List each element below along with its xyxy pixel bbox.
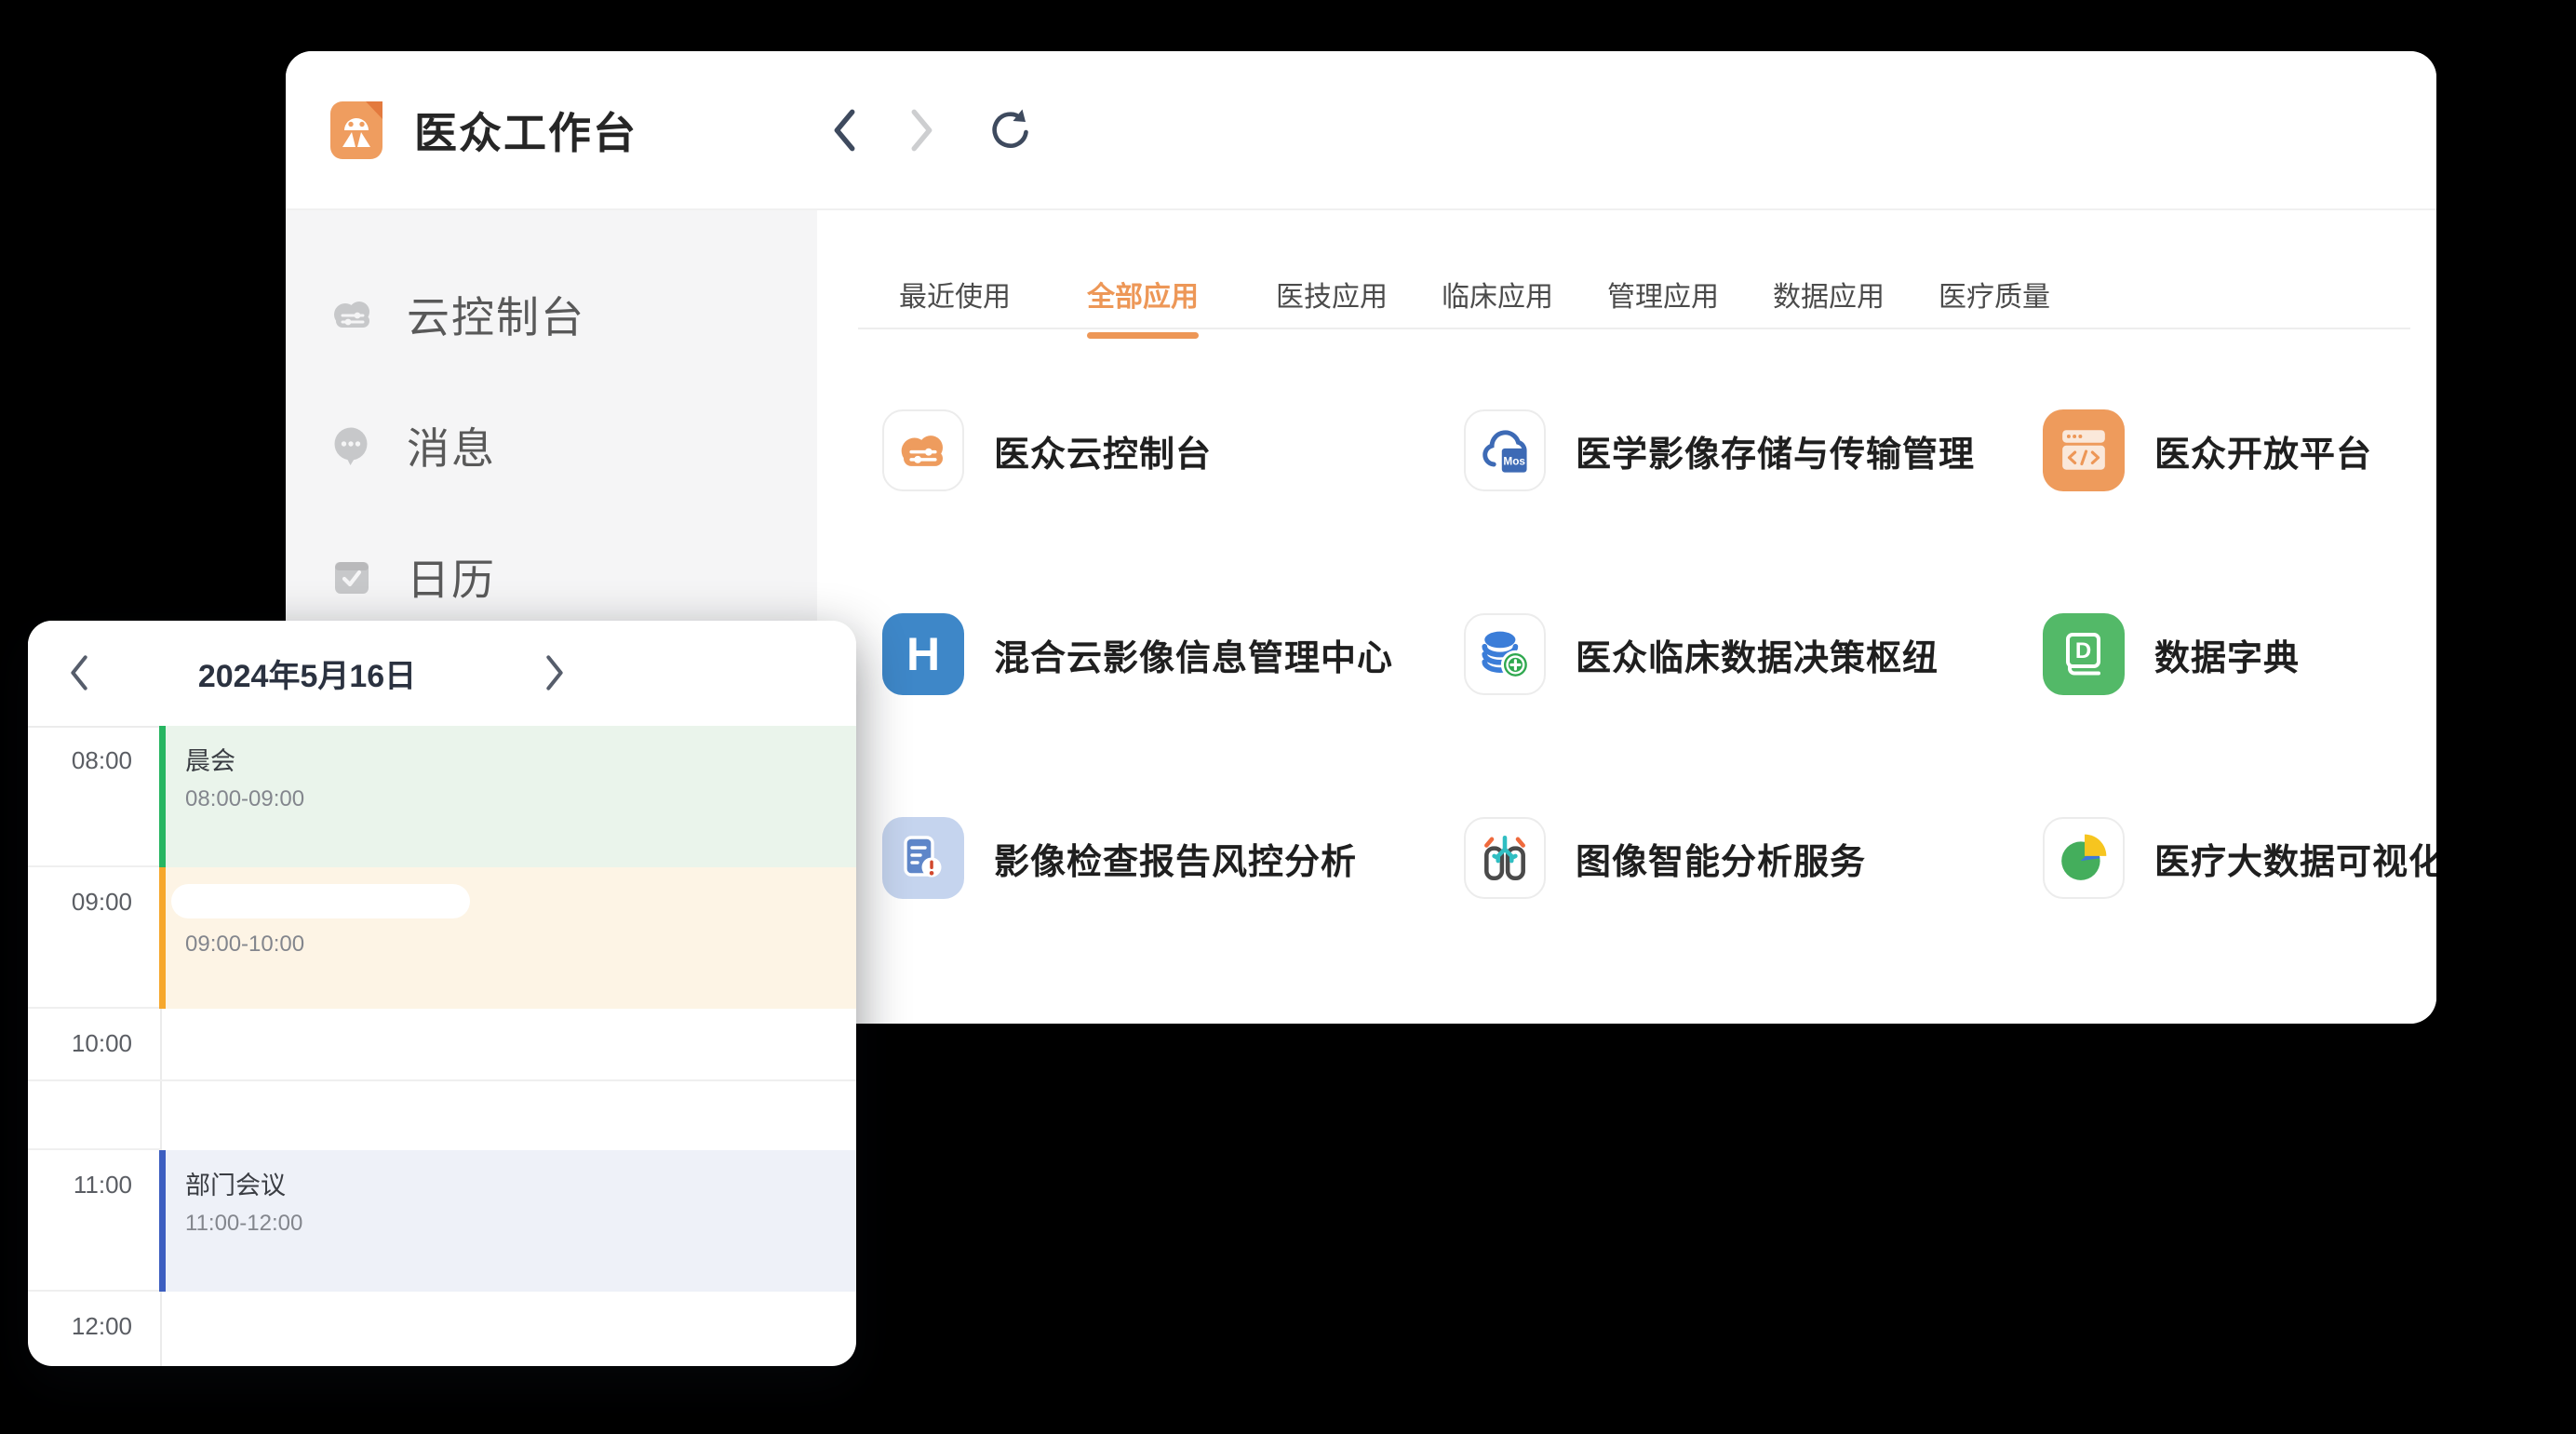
window-title: 医众工作台 (414, 100, 637, 161)
lungs-analysis-icon (1464, 817, 1546, 899)
app-label: 图像智能分析服务 (1576, 833, 1866, 884)
tab-data[interactable]: 数据应用 (1773, 274, 1885, 315)
back-chevron-icon (829, 108, 859, 153)
app-label: 数据字典 (2154, 629, 2300, 680)
event-time: 11:00-12:00 (185, 1211, 856, 1237)
data-dictionary-book-icon: D (2043, 613, 2125, 695)
calendar-panel: 2024年5月16日 08:00 09:00 10:00 11:00 12:00… (28, 621, 856, 1366)
calendar-check-icon (330, 555, 375, 599)
app-label: 影像检查报告风控分析 (994, 833, 1357, 884)
tab-management[interactable]: 管理应用 (1607, 274, 1719, 315)
time-label: 11:00 (28, 1150, 160, 1292)
hybrid-cloud-h-icon: H (882, 613, 964, 695)
calendar-header: 2024年5月16日 (28, 621, 856, 726)
time-label: 09:00 (28, 867, 160, 1009)
event-department-meeting[interactable]: 部门会议 11:00-12:00 (159, 1150, 856, 1292)
app-clinical-data-hub[interactable]: 医众临床数据决策枢纽 (1464, 613, 1939, 695)
time-label: 08:00 (28, 726, 160, 867)
tab-quality[interactable]: 医疗质量 (1939, 274, 2050, 315)
cloud-console-icon (882, 409, 964, 491)
event-time: 08:00-09:00 (185, 786, 856, 812)
app-hybrid-cloud-center[interactable]: H 混合云影像信息管理中心 (882, 613, 1393, 695)
app-open-platform[interactable]: 医众开放平台 (2043, 409, 2372, 491)
report-risk-alert-icon (882, 817, 964, 899)
sidebar-item-messages[interactable]: 消息 (286, 418, 817, 474)
time-label: 12:00 (28, 1292, 160, 1366)
sidebar-item-label: 日历 (407, 546, 496, 608)
svg-text:Mos: Mos (1503, 456, 1525, 468)
app-label: 医众开放平台 (2154, 425, 2372, 476)
app-label: 医疗大数据可视化 (2154, 833, 2436, 884)
refresh-icon (986, 106, 1034, 154)
mos-cloud-icon: Mos (1464, 409, 1546, 491)
event-redacted[interactable]: 09:00-10:00 (159, 867, 856, 1009)
main-content: 最近使用 全部应用 医技应用 临床应用 管理应用 数据应用 医疗质量 (817, 210, 2436, 1024)
event-title: 部门会议 (185, 1165, 856, 1201)
sidebar-item-cloud-console[interactable]: 云控制台 (286, 287, 817, 342)
svg-text:D: D (2075, 638, 2091, 663)
app-label: 医学影像存储与传输管理 (1576, 425, 1975, 476)
window-nav (829, 51, 1034, 208)
app-label: 医众云控制台 (994, 425, 1212, 476)
sidebar-item-label: 消息 (407, 415, 496, 476)
forward-button[interactable] (907, 108, 937, 153)
event-time: 09:00-10:00 (185, 931, 856, 958)
redacted-title-placeholder (171, 884, 470, 918)
app-image-storage[interactable]: Mos 医学影像存储与传输管理 (1464, 409, 1975, 491)
event-morning-meeting[interactable]: 晨会 08:00-09:00 (159, 726, 856, 867)
back-button[interactable] (829, 108, 859, 153)
tab-all-apps[interactable]: 全部应用 (1087, 274, 1199, 315)
tab-medtech[interactable]: 医技应用 (1276, 274, 1388, 315)
app-label: 医众临床数据决策枢纽 (1576, 629, 1939, 680)
calendar-prev-button[interactable] (67, 654, 91, 691)
app-label: 混合云影像信息管理中心 (994, 629, 1393, 680)
clinical-database-icon (1464, 613, 1546, 695)
app-report-risk-analysis[interactable]: 影像检查报告风控分析 (882, 817, 1357, 899)
tab-divider (858, 328, 2410, 329)
half-hour-gridline (28, 1079, 856, 1081)
calendar-date-title: 2024年5月16日 (168, 650, 447, 696)
sidebar-item-label: 云控制台 (407, 284, 585, 345)
cloud-settings-icon (330, 292, 375, 337)
calendar-grid: 08:00 09:00 10:00 11:00 12:00 晨会 08:00-0… (28, 726, 856, 1366)
sidebar-item-calendar[interactable]: 日历 (286, 549, 817, 605)
app-logo-icon (330, 101, 382, 159)
app-bigdata-visualization[interactable]: 医疗大数据可视化 (2043, 817, 2436, 899)
chevron-left-icon (67, 654, 91, 691)
calendar-next-button[interactable] (543, 654, 567, 691)
event-title: 晨会 (185, 741, 856, 777)
refresh-button[interactable] (986, 106, 1034, 154)
window-header: 医众工作台 (286, 51, 2436, 210)
tab-recent[interactable]: 最近使用 (899, 274, 1011, 315)
message-bubble-icon (330, 423, 375, 468)
forward-chevron-icon (907, 108, 937, 153)
open-platform-code-icon (2043, 409, 2125, 491)
app-cloud-console[interactable]: 医众云控制台 (882, 409, 1212, 491)
screenshot-background: 医众工作台 (0, 0, 2576, 1434)
app-data-dictionary[interactable]: D 数据字典 (2043, 613, 2300, 695)
chevron-right-icon (543, 654, 567, 691)
tab-bar: 最近使用 全部应用 医技应用 临床应用 管理应用 数据应用 医疗质量 (899, 274, 2050, 315)
tab-clinical[interactable]: 临床应用 (1442, 274, 1553, 315)
app-image-ai-analysis[interactable]: 图像智能分析服务 (1464, 817, 1866, 899)
pie-chart-icon (2043, 817, 2125, 899)
